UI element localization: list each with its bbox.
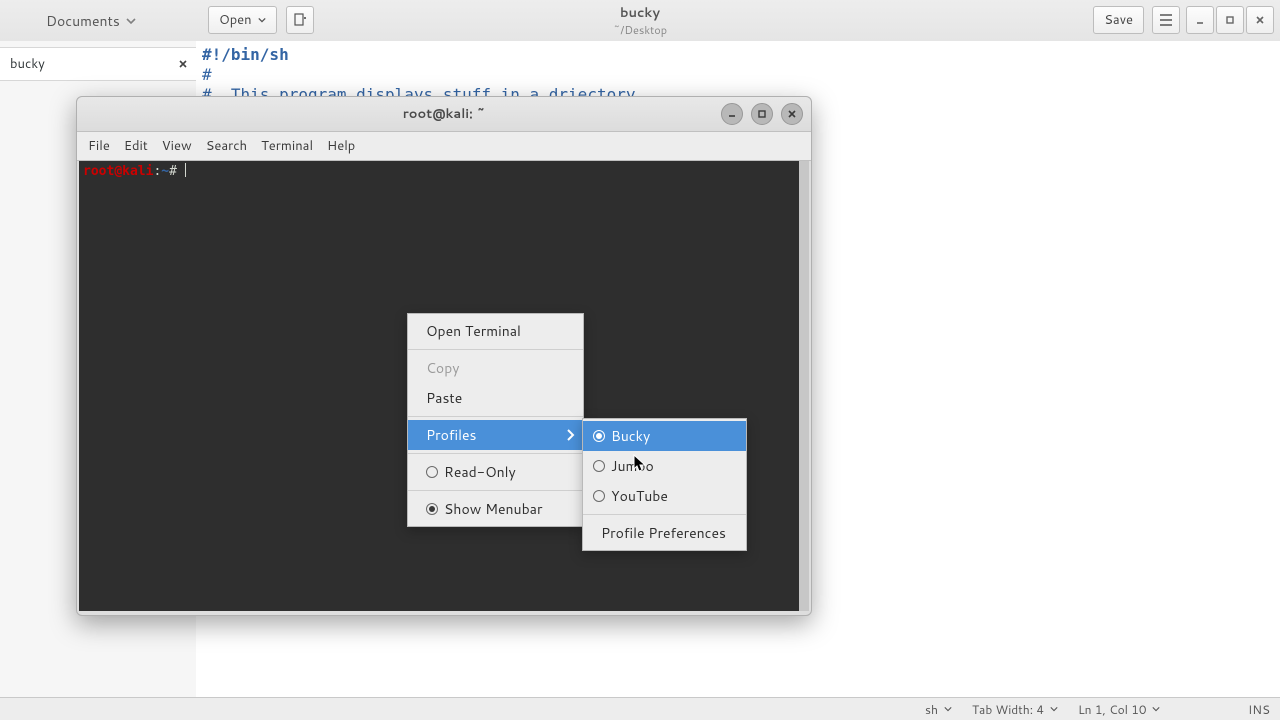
minimize-icon xyxy=(1195,15,1205,25)
terminal-title: root@kali: ~ xyxy=(403,105,485,123)
minimize-icon xyxy=(727,109,737,119)
menu-terminal[interactable]: Terminal xyxy=(254,137,320,155)
ctx-read-only[interactable]: Read-Only xyxy=(408,457,583,487)
ctx-profiles[interactable]: Profiles xyxy=(408,420,583,450)
terminal-cursor xyxy=(185,163,186,177)
separator xyxy=(408,490,583,491)
document-tab[interactable]: bucky xyxy=(0,47,196,81)
menu-file[interactable]: File xyxy=(81,137,117,155)
profile-item-bucky[interactable]: Bucky xyxy=(583,421,746,451)
radio-icon xyxy=(593,430,605,442)
ctx-paste[interactable]: Paste xyxy=(408,383,583,413)
code-line: # xyxy=(202,65,212,84)
chevron-right-icon xyxy=(565,429,575,441)
separator xyxy=(583,514,746,515)
status-bar: sh Tab Width: 4 Ln 1, Col 10 INS xyxy=(0,697,1280,720)
language-selector[interactable]: sh xyxy=(915,701,962,718)
radio-icon xyxy=(593,490,605,502)
radio-icon xyxy=(426,503,438,515)
maximize-icon xyxy=(1225,15,1235,25)
terminal-menubar: File Edit View Search Terminal Help xyxy=(77,132,811,161)
separator xyxy=(408,416,583,417)
terminal-prompt: root@kali:~# xyxy=(83,164,185,179)
radio-icon xyxy=(593,460,605,472)
terminal-context-menu: Open Terminal Copy Paste Profiles Read-O… xyxy=(407,313,584,527)
chevron-down-icon xyxy=(944,705,952,713)
profile-item-youtube[interactable]: YouTube xyxy=(583,481,746,511)
chevron-down-icon xyxy=(1050,705,1058,713)
terminal-titlebar[interactable]: root@kali: ~ xyxy=(77,97,811,132)
close-icon xyxy=(787,109,797,119)
menu-search[interactable]: Search xyxy=(199,137,254,155)
code-line: #!/bin/sh xyxy=(202,45,289,64)
tab-width-selector[interactable]: Tab Width: 4 xyxy=(962,701,1068,718)
chevron-down-icon xyxy=(1152,705,1160,713)
window-subtitle: ~/Desktop xyxy=(0,22,1280,38)
gedit-headerbar: Documents Open bucky ~/Desktop Save xyxy=(0,0,1280,42)
close-button[interactable] xyxy=(1246,6,1274,34)
menu-view[interactable]: View xyxy=(155,137,199,155)
hamburger-menu-button[interactable] xyxy=(1152,6,1180,34)
profile-preferences[interactable]: Profile Preferences xyxy=(583,518,746,548)
separator xyxy=(408,453,583,454)
radio-icon xyxy=(426,466,438,478)
menu-edit[interactable]: Edit xyxy=(117,137,155,155)
cursor-position[interactable]: Ln 1, Col 10 xyxy=(1068,701,1238,718)
terminal-close-button[interactable] xyxy=(781,103,803,125)
close-icon xyxy=(178,59,188,69)
close-tab-button[interactable] xyxy=(178,56,188,74)
terminal-minimize-button[interactable] xyxy=(721,103,743,125)
terminal-maximize-button[interactable] xyxy=(751,103,773,125)
ctx-copy: Copy xyxy=(408,353,583,383)
profiles-submenu: Bucky Jumbo YouTube Profile Preferences xyxy=(582,418,747,551)
maximize-button[interactable] xyxy=(1216,6,1244,34)
maximize-icon xyxy=(757,109,767,119)
window-title: bucky xyxy=(0,4,1280,22)
close-icon xyxy=(1255,15,1265,25)
save-button[interactable]: Save xyxy=(1093,6,1144,34)
ctx-show-menubar[interactable]: Show Menubar xyxy=(408,494,583,524)
separator xyxy=(408,349,583,350)
hamburger-icon xyxy=(1159,14,1173,26)
minimize-button[interactable] xyxy=(1186,6,1214,34)
terminal-scrollbar[interactable] xyxy=(799,161,809,611)
ctx-open-terminal[interactable]: Open Terminal xyxy=(408,316,583,346)
profile-item-jumbo[interactable]: Jumbo xyxy=(583,451,746,481)
insert-mode[interactable]: INS xyxy=(1238,701,1280,718)
menu-help[interactable]: Help xyxy=(320,137,362,155)
document-tab-label: bucky xyxy=(10,55,45,73)
